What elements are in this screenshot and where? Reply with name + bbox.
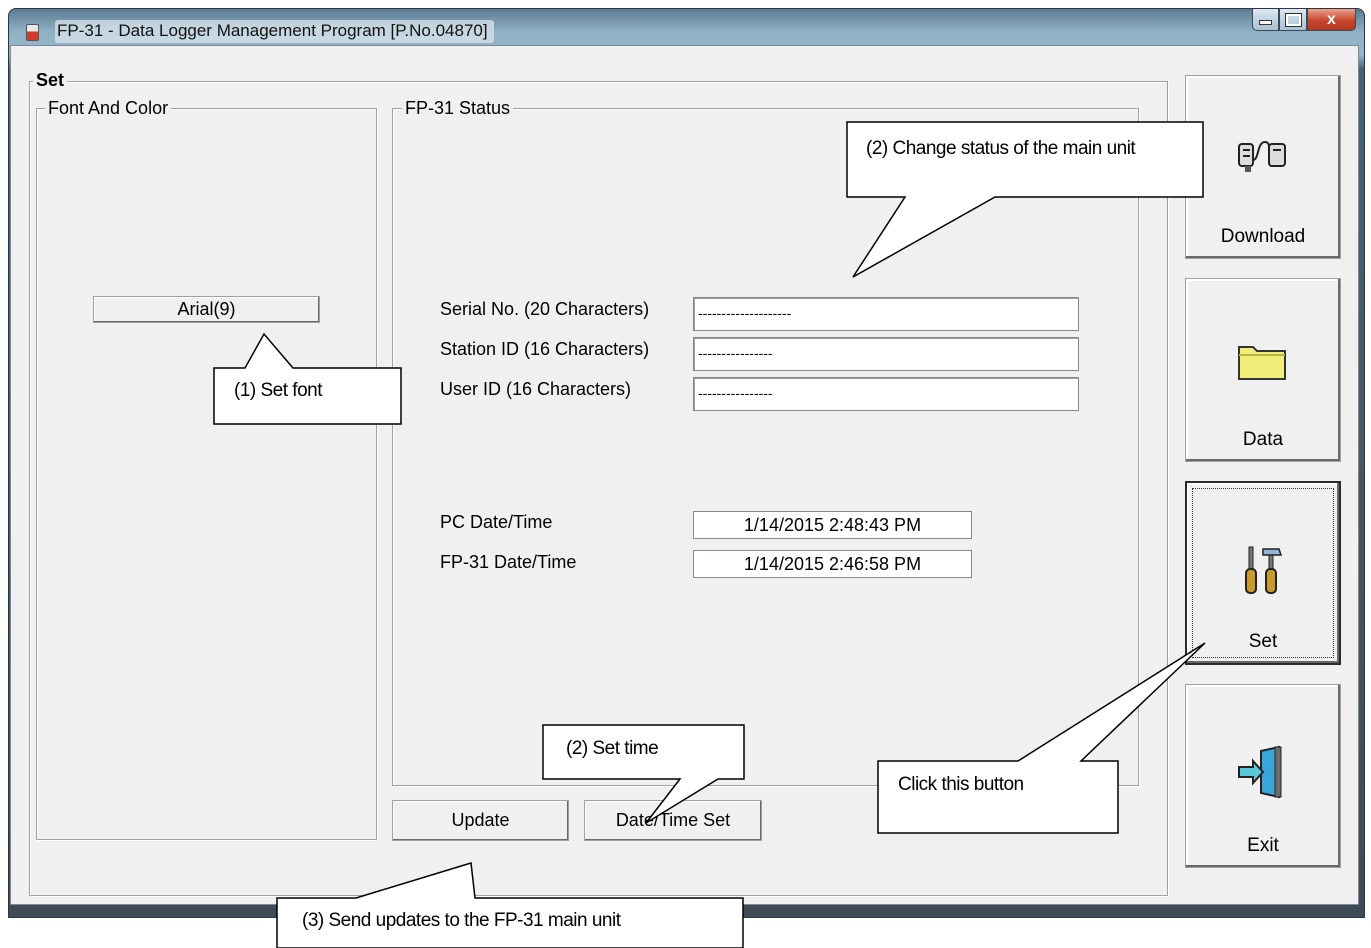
station-id-field[interactable]: ---------------- bbox=[693, 337, 1079, 371]
download-button[interactable]: Download bbox=[1185, 75, 1341, 259]
station-id-label: Station ID (16 Characters) bbox=[440, 339, 650, 359]
status-group-title: FP-31 Status bbox=[402, 98, 514, 118]
font-color-groupbox bbox=[36, 108, 377, 840]
download-icon bbox=[1238, 140, 1286, 172]
exit-label: Exit bbox=[1247, 835, 1279, 856]
maximize-button[interactable] bbox=[1279, 9, 1307, 31]
set-label: Set bbox=[1248, 631, 1278, 652]
minimize-icon bbox=[1259, 20, 1272, 25]
pc-datetime-value: 1/14/2015 2:48:43 PM bbox=[693, 511, 972, 539]
data-label: Data bbox=[1242, 429, 1284, 450]
fp31-datetime-label: FP-31 Date/Time bbox=[440, 552, 577, 572]
exit-door-icon bbox=[1238, 745, 1282, 799]
folder-icon bbox=[1238, 346, 1286, 380]
close-button[interactable]: x bbox=[1307, 9, 1356, 31]
minimize-button[interactable] bbox=[1252, 9, 1279, 31]
window-controls: x bbox=[1252, 9, 1356, 33]
serial-no-field[interactable]: -------------------- bbox=[693, 297, 1079, 331]
data-button[interactable]: Data bbox=[1185, 278, 1341, 462]
callout-set-font: (1) Set font bbox=[234, 380, 323, 401]
user-id-field[interactable]: ---------------- bbox=[693, 377, 1079, 411]
maximize-icon bbox=[1284, 13, 1302, 27]
callout-click-button: Click this button bbox=[898, 774, 1024, 795]
callout-set-time: (2) Set time bbox=[566, 738, 659, 759]
fp31-datetime-value: 1/14/2015 2:46:58 PM bbox=[693, 550, 972, 578]
update-button[interactable]: Update bbox=[392, 800, 569, 841]
font-select-button[interactable]: Arial(9) bbox=[93, 296, 320, 323]
window-title: FP-31 - Data Logger Management Program [… bbox=[55, 20, 494, 43]
close-icon: x bbox=[1327, 11, 1336, 28]
callout-change-status: (2) Change status of the main unit bbox=[866, 138, 1136, 159]
font-color-group-title: Font And Color bbox=[45, 98, 172, 118]
pc-datetime-label: PC Date/Time bbox=[440, 512, 553, 532]
tools-icon bbox=[1245, 546, 1283, 594]
exit-button[interactable]: Exit bbox=[1185, 684, 1341, 868]
user-id-label: User ID (16 Characters) bbox=[440, 379, 632, 399]
download-label: Download bbox=[1220, 226, 1306, 247]
callout-send-updates: (3) Send updates to the FP-31 main unit bbox=[302, 910, 621, 931]
client-area: Set Font And Color Arial(9) FP-31 Status… bbox=[10, 45, 1359, 905]
set-group-title: Set bbox=[33, 70, 68, 90]
status-groupbox bbox=[392, 108, 1139, 786]
serial-no-label: Serial No. (20 Characters) bbox=[440, 299, 650, 319]
set-button[interactable]: Set bbox=[1185, 481, 1341, 665]
app-icon bbox=[26, 24, 39, 41]
datetime-set-button[interactable]: Date/Time Set bbox=[584, 800, 762, 841]
